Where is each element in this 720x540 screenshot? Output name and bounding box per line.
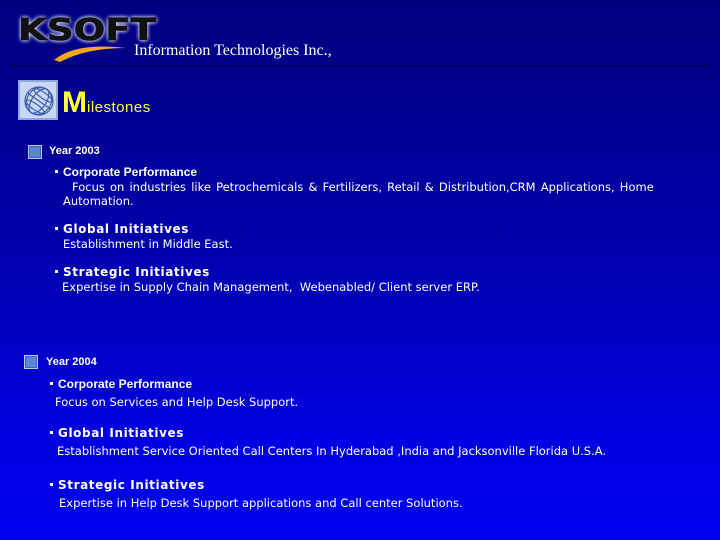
milestone-item: Strategic Initiatives (55, 265, 210, 279)
bullet-icon (50, 382, 53, 386)
item-body: Expertise in Supply Chain Management, We… (62, 280, 480, 294)
page-title-initial: M (62, 86, 87, 119)
item-heading: Corporate Performance (58, 377, 193, 391)
bullet-icon (50, 483, 53, 486)
item-body: Focus on Services and Help Desk Support. (55, 395, 299, 409)
year-label: Year 2004 (46, 356, 97, 368)
item-body: Establishment Service Oriented Call Cent… (57, 444, 607, 458)
company-name: Information Technologies Inc., (134, 42, 332, 59)
page-title: Milestones (62, 88, 151, 118)
bullet-icon (50, 431, 53, 434)
item-heading: Corporate Performance (63, 165, 198, 179)
milestone-item: Corporate Performance (55, 165, 197, 179)
milestone-item: Corporate Performance (50, 377, 192, 391)
milestone-item: Global Initiatives (55, 222, 189, 236)
milestone-item: Global Initiatives (50, 426, 184, 440)
square-bullet-icon (24, 355, 38, 369)
bullet-icon (55, 170, 58, 174)
bullet-icon (55, 270, 58, 273)
year-label: Year 2003 (49, 145, 100, 157)
page-title-rest: ilestones (87, 99, 151, 116)
square-bullet-icon (28, 145, 42, 159)
bullet-icon (55, 227, 58, 230)
globe-icon (18, 80, 58, 120)
item-heading: Strategic Initiatives (63, 265, 210, 279)
item-body: Establishment in Middle East. (63, 237, 233, 251)
header-divider (10, 65, 710, 67)
item-body: Expertise in Help Desk Support applicati… (59, 496, 463, 510)
milestone-item: Strategic Initiatives (50, 478, 205, 492)
item-heading: Global Initiatives (63, 222, 190, 236)
item-heading: Global Initiatives (58, 426, 185, 440)
item-body: Focus on industries like Petrochemicals … (72, 180, 654, 194)
header: KSOFT KSOFT Information Technologies Inc… (0, 0, 720, 70)
logo-swoosh-icon (54, 46, 126, 62)
item-heading: Strategic Initiatives (58, 478, 205, 492)
item-body-continued: Automation. (63, 194, 134, 208)
